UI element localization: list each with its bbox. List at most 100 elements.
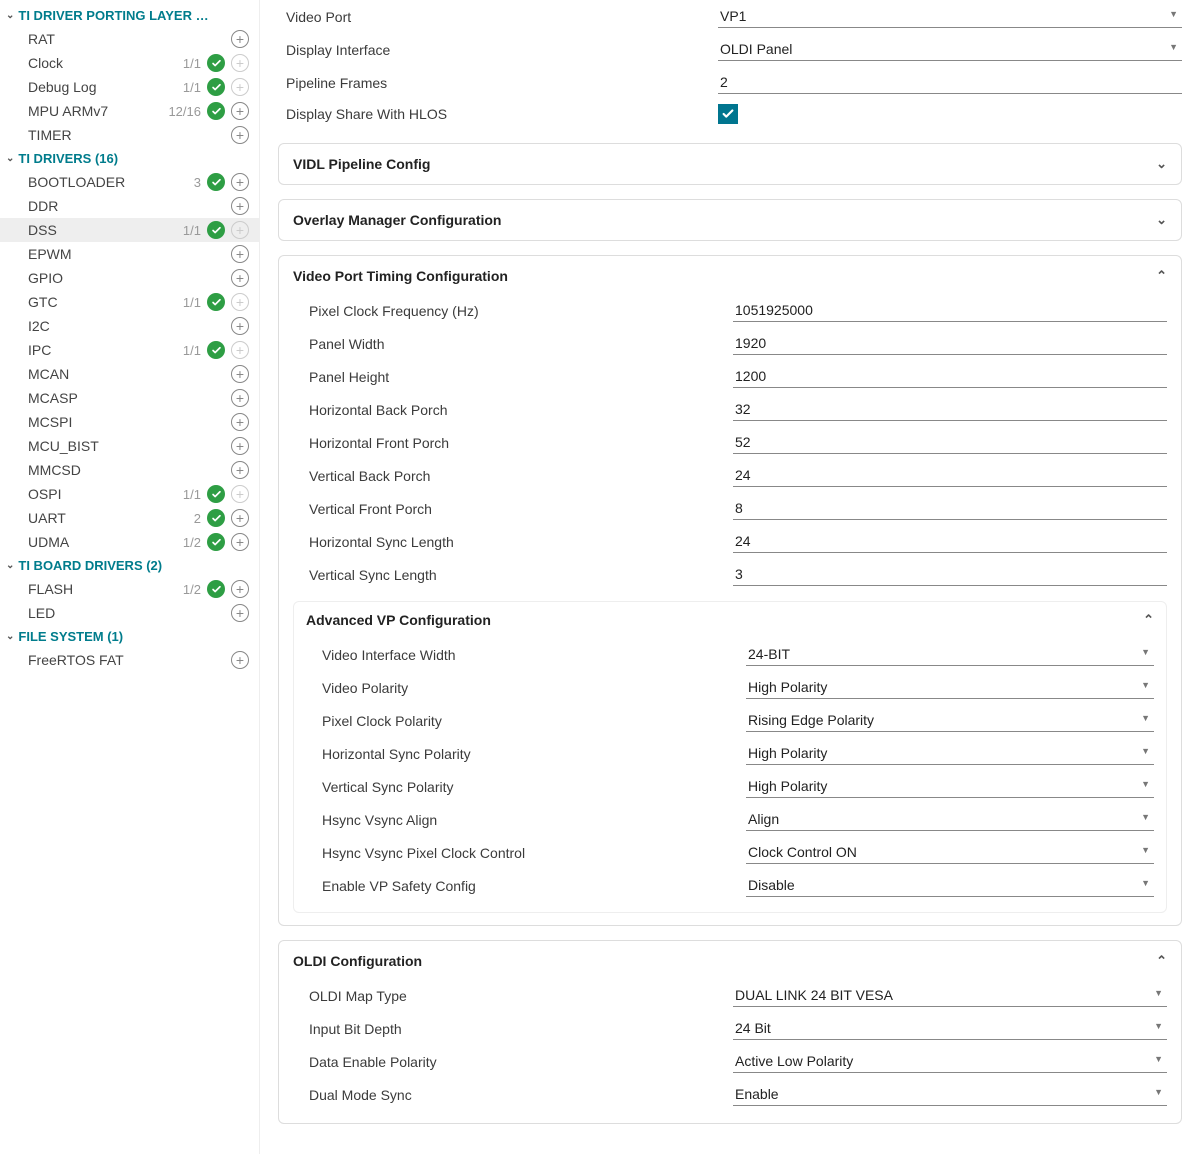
- add-button[interactable]: +: [231, 30, 249, 48]
- select-field[interactable]: DUAL LINK 24 BIT VESA: [733, 984, 1167, 1007]
- tree-item-freertos-fat[interactable]: FreeRTOS FAT+: [0, 648, 259, 672]
- tree-item-mmcsd[interactable]: MMCSD+: [0, 458, 259, 482]
- select-field[interactable]: Align: [746, 808, 1154, 831]
- add-button[interactable]: +: [231, 102, 249, 120]
- select-field[interactable]: 24-BIT: [746, 643, 1154, 666]
- add-button[interactable]: +: [231, 651, 249, 669]
- tree-item-mcasp[interactable]: MCASP+: [0, 386, 259, 410]
- select-field[interactable]: OLDI Panel: [718, 38, 1182, 61]
- tree-item-label: MCU_BIST: [28, 438, 231, 454]
- tree-item-dss[interactable]: DSS1/1+: [0, 218, 259, 242]
- tree-item-clock[interactable]: Clock1/1+: [0, 51, 259, 75]
- text-field[interactable]: 52: [733, 431, 1167, 454]
- tree-item-epwm[interactable]: EPWM+: [0, 242, 259, 266]
- add-button[interactable]: +: [231, 365, 249, 383]
- tree-item-label: RAT: [28, 31, 231, 47]
- add-button[interactable]: +: [231, 437, 249, 455]
- text-field[interactable]: 1051925000: [733, 299, 1167, 322]
- tree-item-ddr[interactable]: DDR+: [0, 194, 259, 218]
- select-field[interactable]: High Polarity: [746, 676, 1154, 699]
- tree-item-count: 1/1: [183, 80, 201, 95]
- select-field[interactable]: Active Low Polarity: [733, 1050, 1167, 1073]
- checkbox-checked[interactable]: [718, 104, 738, 124]
- select-field[interactable]: VP1: [718, 5, 1182, 28]
- add-button[interactable]: +: [231, 269, 249, 287]
- field-label: Horizontal Sync Polarity: [306, 746, 746, 762]
- select-field[interactable]: High Polarity: [746, 742, 1154, 765]
- text-field[interactable]: 32: [733, 398, 1167, 421]
- field-label: Pixel Clock Polarity: [306, 713, 746, 729]
- add-button[interactable]: +: [231, 580, 249, 598]
- text-field[interactable]: 24: [733, 464, 1167, 487]
- add-button[interactable]: +: [231, 413, 249, 431]
- select-field[interactable]: Rising Edge Polarity: [746, 709, 1154, 732]
- tree-item-label: MCAN: [28, 366, 231, 382]
- tree-item-mcu-bist[interactable]: MCU_BIST+: [0, 434, 259, 458]
- tree-item-flash[interactable]: FLASH1/2+: [0, 577, 259, 601]
- select-field[interactable]: Disable: [746, 874, 1154, 897]
- chevron-down-icon: ⌄: [1156, 212, 1167, 228]
- tree-item-i2c[interactable]: I2C+: [0, 314, 259, 338]
- field-label: Pixel Clock Frequency (Hz): [293, 303, 733, 319]
- tree-group-header[interactable]: ⌄TI BOARD DRIVERS (2): [0, 554, 259, 577]
- text-field[interactable]: 3: [733, 563, 1167, 586]
- group-title: TI DRIVERS (16): [18, 151, 118, 166]
- add-button[interactable]: +: [231, 245, 249, 263]
- tree-item-label: DSS: [28, 222, 183, 238]
- add-button: +: [231, 78, 249, 96]
- panel-header-overlay[interactable]: Overlay Manager Configuration ⌄: [293, 212, 1167, 228]
- tree-item-ospi[interactable]: OSPI1/1+: [0, 482, 259, 506]
- select-field[interactable]: Enable: [733, 1083, 1167, 1106]
- add-button[interactable]: +: [231, 173, 249, 191]
- field-label: Pipeline Frames: [278, 75, 718, 91]
- add-button[interactable]: +: [231, 533, 249, 551]
- tree-group-header[interactable]: ⌄TI DRIVERS (16): [0, 147, 259, 170]
- tree-item-gtc[interactable]: GTC1/1+: [0, 290, 259, 314]
- tree-item-mcspi[interactable]: MCSPI+: [0, 410, 259, 434]
- tree-group-header[interactable]: ⌄FILE SYSTEM (1): [0, 625, 259, 648]
- text-field[interactable]: 1200: [733, 365, 1167, 388]
- select-field[interactable]: Clock Control ON: [746, 841, 1154, 864]
- text-field[interactable]: 24: [733, 530, 1167, 553]
- add-button[interactable]: +: [231, 604, 249, 622]
- field-label: Enable VP Safety Config: [306, 878, 746, 894]
- panel-header-vptiming[interactable]: Video Port Timing Configuration ⌃: [293, 268, 1167, 284]
- tree-item-udma[interactable]: UDMA1/2+: [0, 530, 259, 554]
- add-button[interactable]: +: [231, 509, 249, 527]
- tree-item-gpio[interactable]: GPIO+: [0, 266, 259, 290]
- form-row: Input Bit Depth24 Bit: [293, 1012, 1167, 1045]
- main-content: Video PortVP1Display InterfaceOLDI Panel…: [260, 0, 1200, 1154]
- tree-item-ipc[interactable]: IPC1/1+: [0, 338, 259, 362]
- select-field[interactable]: 24 Bit: [733, 1017, 1167, 1040]
- tree-item-bootloader[interactable]: BOOTLOADER3+: [0, 170, 259, 194]
- tree-item-label: TIMER: [28, 127, 231, 143]
- add-button[interactable]: +: [231, 317, 249, 335]
- tree-item-timer[interactable]: TIMER+: [0, 123, 259, 147]
- add-button[interactable]: +: [231, 126, 249, 144]
- form-row: Panel Height1200: [293, 360, 1167, 393]
- add-button: +: [231, 341, 249, 359]
- tree-item-label: OSPI: [28, 486, 183, 502]
- select-field[interactable]: High Polarity: [746, 775, 1154, 798]
- text-field[interactable]: 1920: [733, 332, 1167, 355]
- tree-item-mcan[interactable]: MCAN+: [0, 362, 259, 386]
- text-field[interactable]: 8: [733, 497, 1167, 520]
- field-label: Video Interface Width: [306, 647, 746, 663]
- add-button[interactable]: +: [231, 389, 249, 407]
- add-button[interactable]: +: [231, 461, 249, 479]
- text-field[interactable]: 2: [718, 71, 1182, 94]
- panel-header-vidl[interactable]: VIDL Pipeline Config ⌄: [293, 156, 1167, 172]
- sidebar: ⌄TI DRIVER PORTING LAYER …RAT+Clock1/1+D…: [0, 0, 260, 1154]
- tree-item-debug-log[interactable]: Debug Log1/1+: [0, 75, 259, 99]
- panel-header-oldi[interactable]: OLDI Configuration ⌃: [293, 953, 1167, 969]
- add-button[interactable]: +: [231, 197, 249, 215]
- tree-item-uart[interactable]: UART2+: [0, 506, 259, 530]
- tree-item-led[interactable]: LED+: [0, 601, 259, 625]
- tree-group-header[interactable]: ⌄TI DRIVER PORTING LAYER …: [0, 4, 259, 27]
- form-row: Horizontal Sync PolarityHigh Polarity: [306, 737, 1154, 770]
- subpanel-header[interactable]: Advanced VP Configuration⌃: [306, 612, 1154, 628]
- field-label: Horizontal Sync Length: [293, 534, 733, 550]
- tree-item-rat[interactable]: RAT+: [0, 27, 259, 51]
- tree-item-mpu-armv7[interactable]: MPU ARMv712/16+: [0, 99, 259, 123]
- tree-item-label: MCSPI: [28, 414, 231, 430]
